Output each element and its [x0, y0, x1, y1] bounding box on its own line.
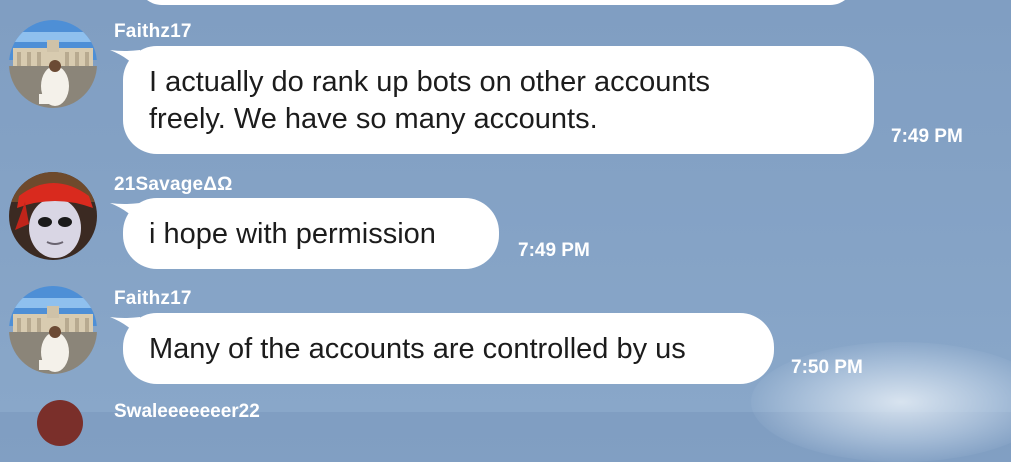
sender-name[interactable]: Swaleeeeeeer22: [114, 401, 260, 423]
avatar[interactable]: [9, 286, 97, 374]
sender-name[interactable]: Faithz17: [114, 21, 192, 43]
avatar[interactable]: [9, 172, 97, 260]
message-text: i hope with permission: [149, 218, 436, 250]
sender-name[interactable]: Faithz17: [114, 288, 192, 310]
message-bubble[interactable]: Many of the accounts are controlled by u…: [123, 313, 774, 384]
avatar[interactable]: [37, 400, 83, 446]
message-text: Many of the accounts are controlled by u…: [149, 333, 686, 365]
message-text-line: freely. We have so many accounts.: [149, 103, 598, 135]
message-text-line: I actually do rank up bots on other acco…: [149, 66, 711, 98]
message-time: 7:49 PM: [891, 126, 963, 147]
avatar[interactable]: [9, 20, 97, 108]
previous-message-bubble: [137, 0, 855, 5]
message-time: 7:50 PM: [791, 357, 863, 378]
message-bubble[interactable]: I actually do rank up bots on other acco…: [123, 46, 874, 154]
message-bubble[interactable]: i hope with permission: [123, 198, 499, 269]
message-time: 7:49 PM: [518, 240, 590, 261]
background-cloud: [751, 342, 1011, 462]
sender-name[interactable]: 21SavageΔΩ: [114, 174, 233, 196]
